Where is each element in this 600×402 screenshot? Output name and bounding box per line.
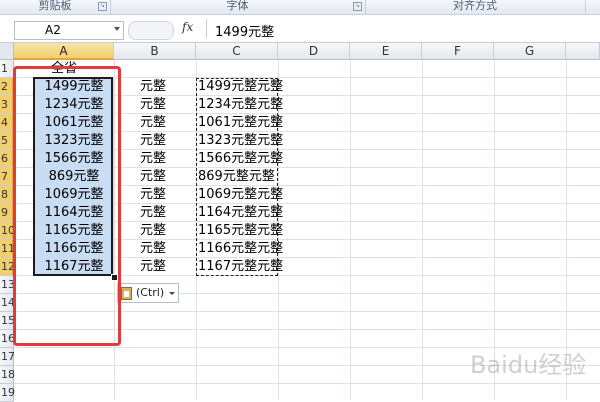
row-header[interactable]: 7 [0, 168, 14, 186]
cell-b[interactable]: 元整 [140, 258, 166, 276]
cell-a1[interactable]: 全省 [14, 60, 114, 78]
font-launcher-icon[interactable]: ↘ [353, 2, 362, 11]
cell-c[interactable]: 869元整元整 [198, 168, 275, 186]
column-header-g[interactable]: G [494, 43, 566, 60]
formula-input-value: 1499元整 [215, 25, 275, 40]
cell-b[interactable]: 元整 [140, 204, 166, 222]
paste-options-label: (Ctrl) [136, 286, 165, 299]
row-header[interactable]: 4 [0, 114, 14, 132]
column-header-overflow[interactable] [566, 43, 600, 60]
ribbon: 剪贴板 ↘ 字体 ↘ 对齐方式 [0, 0, 600, 15]
column-header-e[interactable]: E [350, 43, 422, 60]
row-header[interactable]: 1 [0, 60, 14, 78]
cell-b[interactable]: 元整 [140, 114, 166, 132]
cell-b[interactable]: 元整 [140, 168, 166, 186]
column-header-a[interactable]: A [14, 43, 114, 60]
watermark: Baidu经验 [470, 351, 587, 379]
column-header-c[interactable]: C [196, 43, 278, 60]
cell-c[interactable]: 1499元整元整 [198, 78, 283, 96]
cell-c[interactable]: 1566元整元整 [198, 150, 283, 168]
cell-c[interactable]: 1166元整元整 [198, 240, 283, 258]
formula-bar: A2 fx 1499元整 [0, 18, 600, 43]
cell-b[interactable]: 元整 [140, 240, 166, 258]
cell-b[interactable]: 元整 [140, 78, 166, 96]
fill-handle[interactable] [111, 274, 118, 281]
formula-input[interactable]: 1499元整 [206, 19, 600, 40]
cell-c[interactable]: 1323元整元整 [198, 132, 283, 150]
column-header-f[interactable]: F [422, 43, 494, 60]
ribbon-group-font-label: 字体 [226, 0, 249, 12]
chevron-down-icon[interactable] [114, 27, 120, 31]
insert-function-icon[interactable]: fx [182, 20, 193, 34]
ribbon-group-alignment-label: 对齐方式 [453, 0, 497, 12]
ribbon-group-clipboard-label: 剪贴板 [38, 0, 72, 12]
cell-c[interactable]: 1069元整元整 [198, 186, 283, 204]
ribbon-group-font[interactable]: 字体 ↘ [110, 0, 366, 14]
name-box[interactable]: A2 [14, 21, 124, 40]
row-header[interactable]: 8 [0, 186, 14, 204]
ribbon-group-clipboard[interactable]: 剪贴板 ↘ [0, 0, 111, 14]
row-header[interactable]: 6 [0, 150, 14, 168]
column-header-d[interactable]: D [278, 43, 350, 60]
cell-b[interactable]: 元整 [140, 186, 166, 204]
clipboard-icon [121, 287, 132, 300]
active-selection-border [33, 77, 113, 276]
row-header[interactable]: 14 [0, 294, 15, 312]
name-box-value: A2 [45, 23, 61, 37]
row-header[interactable]: 9 [0, 204, 14, 222]
cell-c[interactable]: 1164元整元整 [198, 204, 283, 222]
row-header[interactable]: 12 [0, 258, 15, 276]
paste-options-button[interactable]: (Ctrl) [117, 283, 179, 303]
row-header[interactable]: 3 [0, 96, 14, 114]
row-header[interactable]: 16 [0, 330, 15, 348]
row-header[interactable]: 13 [0, 276, 15, 294]
column-header-b[interactable]: B [114, 43, 196, 60]
row-header[interactable]: 15 [0, 312, 15, 330]
cell-b[interactable]: 元整 [140, 222, 166, 240]
row-header[interactable]: 2 [0, 78, 14, 96]
cell-b[interactable]: 元整 [140, 132, 166, 150]
row-header[interactable]: 17 [0, 348, 15, 366]
row-header[interactable]: 5 [0, 132, 14, 150]
chevron-down-icon[interactable] [169, 292, 175, 295]
cell-b[interactable]: 元整 [140, 96, 166, 114]
row-header[interactable]: 10 [0, 222, 15, 240]
ribbon-group-alignment[interactable]: 对齐方式 [365, 0, 586, 14]
cell-b[interactable]: 元整 [140, 150, 166, 168]
cell-c[interactable]: 1165元整元整 [198, 222, 283, 240]
row-header[interactable]: 11 [0, 240, 15, 258]
cell-c[interactable]: 1061元整元整 [198, 114, 283, 132]
formula-buttons[interactable] [128, 21, 174, 40]
row-header[interactable]: 18 [0, 366, 15, 384]
cell-c[interactable]: 1234元整元整 [198, 96, 283, 114]
cell-c[interactable]: 1167元整元整 [198, 258, 283, 276]
select-all-corner[interactable] [0, 43, 14, 60]
clipboard-launcher-icon[interactable]: ↘ [98, 2, 107, 11]
row-header[interactable]: 19 [0, 384, 15, 402]
